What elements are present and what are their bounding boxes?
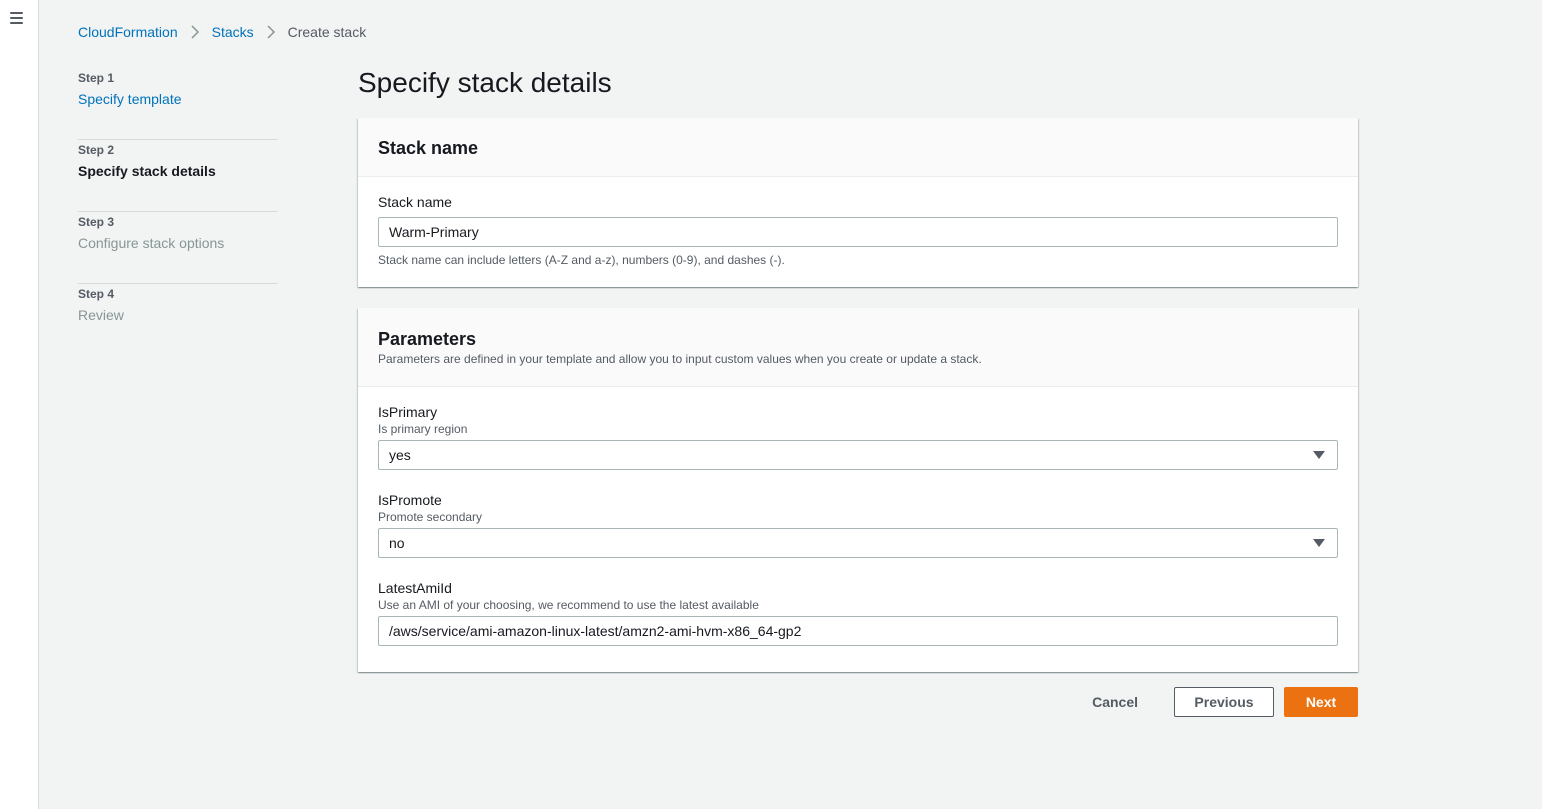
panel-description: Parameters are defined in your template …	[378, 352, 982, 366]
select-value: yes	[389, 447, 411, 463]
cancel-button[interactable]: Cancel	[1072, 687, 1158, 717]
select-value: no	[389, 535, 405, 551]
wizard-actions: Cancel Previous Next	[1072, 687, 1358, 717]
stack-name-label: Stack name	[378, 194, 452, 210]
step-number: Step 2	[78, 143, 115, 157]
caret-down-icon	[1313, 451, 1325, 459]
wizard-steps: Step 1 Specify template Step 2 Specify s…	[78, 68, 278, 356]
parameters-panel-header: Parameters Parameters are defined in you…	[358, 308, 1358, 387]
parameters-panel-body: IsPrimary Is primary region yes IsPromot…	[358, 387, 1358, 646]
step-number: Step 3	[78, 215, 115, 229]
param-latestamiid: LatestAmiId Use an AMI of your choosing,…	[378, 580, 1338, 646]
side-navigation-rail	[0, 0, 39, 809]
latestamiid-input[interactable]	[378, 616, 1338, 646]
stack-name-panel-header: Stack name	[358, 118, 1358, 177]
param-description: Use an AMI of your choosing, we recommen…	[378, 598, 759, 612]
ispromote-select[interactable]: no	[378, 528, 1338, 558]
step-link-specify-template[interactable]: Specify template	[78, 90, 278, 108]
previous-button[interactable]: Previous	[1174, 687, 1274, 717]
page-title: Specify stack details	[358, 67, 612, 98]
step-title-disabled: Review	[78, 307, 124, 323]
parameters-panel: Parameters Parameters are defined in you…	[358, 308, 1358, 672]
step-title-disabled: Configure stack options	[78, 235, 225, 251]
step-title-current: Specify stack details	[78, 163, 216, 179]
caret-down-icon	[1313, 539, 1325, 547]
step-number: Step 4	[78, 287, 115, 301]
param-description: Is primary region	[378, 422, 468, 436]
wizard-step-3: Step 3 Configure stack options	[78, 212, 278, 284]
stack-name-constraint: Stack name can include letters (A-Z and …	[378, 253, 785, 267]
next-button[interactable]: Next	[1284, 687, 1358, 717]
param-label: IsPromote	[378, 492, 442, 508]
param-ispromote: IsPromote Promote secondary no	[378, 492, 1338, 558]
wizard-step-4: Step 4 Review	[78, 284, 278, 356]
wizard-step-2: Step 2 Specify stack details	[78, 140, 278, 212]
param-label: LatestAmiId	[378, 580, 452, 596]
stack-name-panel: Stack name Stack name Stack name can inc…	[358, 118, 1358, 287]
chevron-right-icon	[267, 25, 276, 39]
param-isprimary: IsPrimary Is primary region yes	[378, 404, 1338, 470]
panel-title: Stack name	[378, 138, 479, 158]
breadcrumb-cloudformation[interactable]: CloudFormation	[78, 24, 178, 40]
breadcrumb-current: Create stack	[287, 24, 367, 40]
param-label: IsPrimary	[378, 404, 438, 420]
isprimary-select[interactable]: yes	[378, 440, 1338, 470]
hamburger-menu-icon[interactable]	[9, 11, 25, 25]
breadcrumb: CloudFormation Stacks Create stack	[78, 24, 366, 40]
wizard-step-1: Step 1 Specify template	[78, 68, 278, 140]
chevron-right-icon	[191, 25, 200, 39]
step-number: Step 1	[78, 71, 115, 85]
stack-name-input[interactable]	[378, 217, 1338, 247]
param-description: Promote secondary	[378, 510, 483, 524]
stack-name-panel-body: Stack name Stack name can include letter…	[358, 177, 1358, 267]
panel-title: Parameters	[378, 329, 477, 349]
breadcrumb-stacks[interactable]: Stacks	[212, 24, 254, 40]
